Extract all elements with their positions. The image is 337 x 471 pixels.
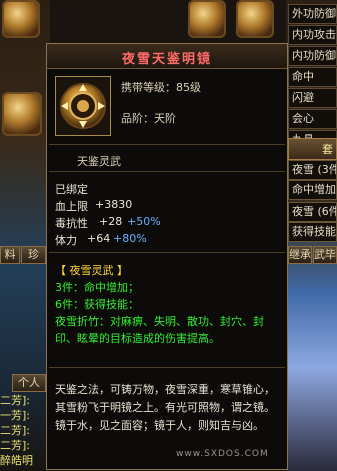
stat-item: 闪避 — [288, 88, 337, 108]
bound-status: 已绑定 — [55, 183, 88, 196]
set-row: 获得技能 — [288, 222, 337, 242]
set-row: 夜雪 (3件) — [288, 160, 337, 180]
tab-material[interactable]: 料 — [0, 246, 20, 264]
item-name: 夜雪天鉴明镜 — [121, 52, 212, 67]
set-row: 夜雪 (6件) — [288, 202, 337, 222]
stat-item: 会心 — [288, 109, 337, 129]
item-tooltip: 夜雪天鉴明镜 携带等级：85级 品阶：天阶 天鉴灵武 已绑定 血上限 +3830 — [46, 43, 288, 470]
divider — [49, 171, 285, 172]
tab-personal[interactable]: 个人 — [12, 374, 46, 392]
chat-line: 二芳]: — [0, 424, 30, 437]
divider — [49, 252, 285, 253]
stat-name-hp: 血上限 — [55, 200, 88, 213]
equipment-slot-top-left[interactable] — [2, 0, 40, 38]
set-skill-description: 夜雪折竹：对麻痹、失明、散功、封穴、封印、眩晕的目标造成的伤害提高。 — [55, 315, 264, 345]
set-bonus-6: 6件：获得技能： — [55, 298, 139, 311]
divider — [49, 367, 285, 368]
item-subtitle: 天鉴灵武 — [77, 155, 121, 168]
stat-name-stamina: 体力 — [55, 234, 77, 247]
chat-line: 二芳]: — [0, 394, 30, 407]
item-grade: 品阶：天阶 — [121, 112, 176, 125]
equipment-slot-top-right-2[interactable] — [236, 0, 274, 38]
stat-value-hp: +3830 — [95, 198, 133, 211]
set-bonus-3: 3件：命中增加； — [55, 281, 139, 294]
stats-list: 外功防御 内功攻击 内功防御 命中 闪避 会心 九悬 — [288, 4, 337, 151]
set-panel-header: 套 — [288, 138, 337, 160]
tab-weapon[interactable]: 武毕 — [313, 246, 337, 264]
stat-value-poison: +28 — [99, 215, 123, 228]
stat-item: 内功攻击 — [288, 25, 337, 45]
set-name: 【 夜雪灵武 】 — [55, 264, 128, 277]
tab-treasure[interactable]: 珍 — [21, 246, 46, 264]
tab-inherit[interactable]: 继承 — [288, 246, 312, 264]
stat-value-stamina: +64 — [87, 232, 111, 245]
mirror-icon — [55, 76, 111, 136]
item-description: 天鉴之法，可铸万物，夜雪深重，寒草锥心，其雪粉飞于明镜之上。有光可照物，谓之镜。… — [55, 383, 275, 432]
stat-bonus-poison: +50% — [127, 215, 161, 228]
stat-bonus-stamina: +80% — [113, 232, 147, 245]
tooltip-title-bar: 夜雪天鉴明镜 — [47, 44, 287, 69]
set-row: 命中增加 — [288, 180, 337, 200]
stat-item: 命中 — [288, 67, 337, 87]
stat-item: 内功防御 — [288, 46, 337, 66]
chat-line: 醉皓明 — [0, 454, 33, 467]
equipment-slot-left-2[interactable] — [2, 92, 42, 136]
chat-line: 一芳]: — [0, 409, 30, 422]
stat-name-poison: 毒抗性 — [55, 217, 88, 230]
stat-item: 外功防御 — [288, 4, 337, 24]
carry-level: 携带等级：85级 — [121, 81, 201, 94]
chat-line: 二芳]: — [0, 439, 30, 452]
equipment-slot-top-right[interactable] — [188, 0, 226, 38]
watermark: www.SXDOS.COM — [176, 449, 269, 459]
divider — [49, 144, 285, 145]
